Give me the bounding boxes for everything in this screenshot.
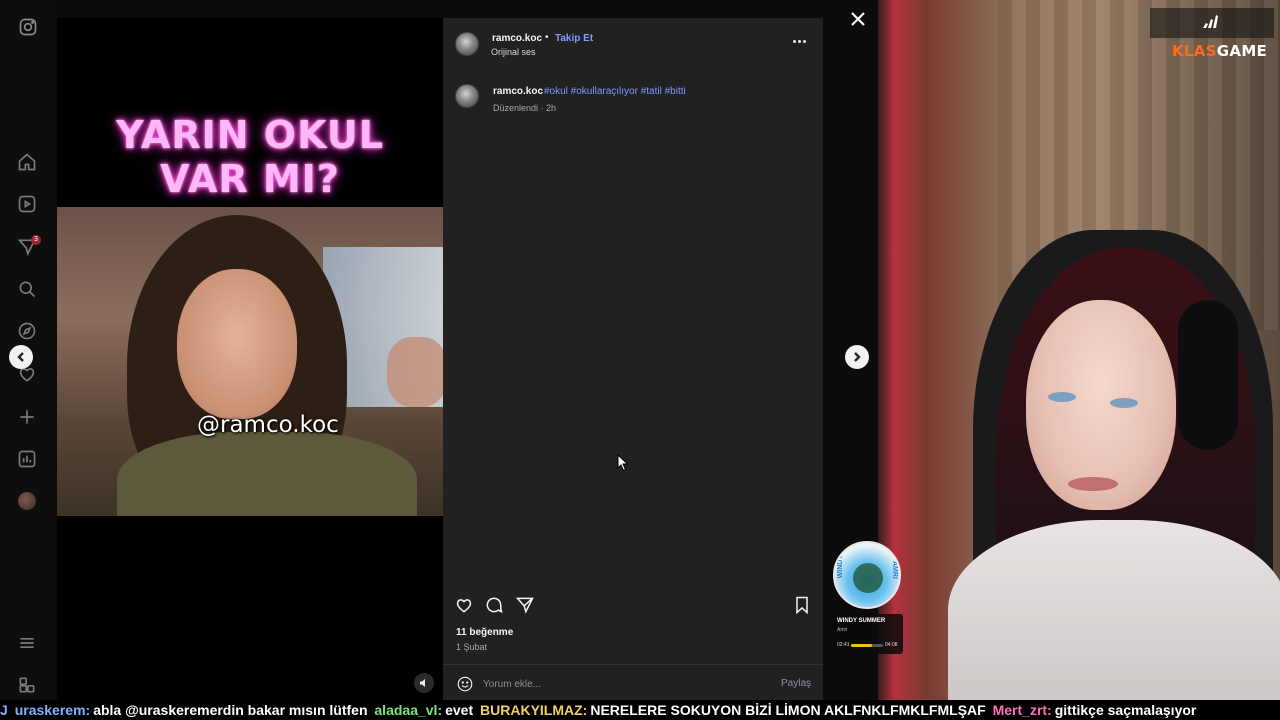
reel-video-player[interactable]: YARIN OKUL VAR MI? @ramco.koc xyxy=(57,18,443,700)
caption-hashtags[interactable]: #okul #okullaraçılıyor #tatil #bitti xyxy=(544,86,686,97)
reels-icon[interactable] xyxy=(16,193,38,215)
track-progress-fill xyxy=(851,644,872,647)
explore-icon[interactable] xyxy=(16,320,38,342)
mouse-cursor-icon xyxy=(617,454,629,472)
streamer-webcam xyxy=(878,0,1280,700)
video-title-line1: YARIN OKUL xyxy=(116,113,384,157)
original-audio-link[interactable]: Orijinal ses xyxy=(491,47,536,57)
emoji-icon[interactable] xyxy=(456,675,474,693)
previous-post-button[interactable] xyxy=(9,345,33,369)
track-info: WINDY SUMMER Amri 02:41 04:08 xyxy=(833,614,903,654)
now-playing-widget: WINDY AMRI WINDY SUMMER Amri 02:41 04:08 xyxy=(832,540,904,654)
mute-button[interactable] xyxy=(414,673,434,693)
chat-username: uraskerem: xyxy=(14,702,91,718)
separator-dot: • xyxy=(545,32,549,43)
video-watermark: @ramco.koc xyxy=(197,412,339,438)
chat-username: J xyxy=(0,702,8,718)
post-date: 1 Şubat xyxy=(456,642,488,652)
instagram-logo-icon[interactable] xyxy=(18,17,38,37)
also-from-meta-icon[interactable] xyxy=(16,674,38,696)
chat-message: abla @uraskeremerdin bakar mısın lütfen xyxy=(93,702,368,718)
likes-count[interactable]: 11 beğenme xyxy=(456,627,513,638)
profile-avatar[interactable] xyxy=(18,492,36,510)
caption-edited-time: Düzenlendi · 2h xyxy=(493,103,557,113)
follow-button[interactable]: Takip Et xyxy=(555,33,593,44)
comment-composer: Paylaş xyxy=(443,664,823,700)
time-total: 04:08 xyxy=(885,642,898,648)
notification-badge: 3 xyxy=(31,235,41,245)
chevron-right-icon xyxy=(854,352,861,362)
next-post-button[interactable] xyxy=(845,345,869,369)
song-artist: Amri xyxy=(837,627,848,633)
dashboard-icon[interactable] xyxy=(16,448,38,470)
speaker-icon xyxy=(420,679,425,687)
chat-message: evet xyxy=(445,702,474,718)
close-icon[interactable] xyxy=(848,9,868,29)
share-send-icon[interactable] xyxy=(515,595,535,615)
video-title-overlay: YARIN OKUL VAR MI? xyxy=(57,113,443,201)
adidas-logo-icon xyxy=(1203,15,1218,28)
post-details-panel: ramco.koc • Takip Et Orijinal ses ramco.… xyxy=(443,18,823,700)
create-plus-icon[interactable] xyxy=(16,406,38,428)
chevron-left-icon xyxy=(17,352,24,362)
more-options-icon[interactable] xyxy=(793,40,809,46)
chat-ticker: J uraskerem: abla @uraskeremerdin bakar m… xyxy=(0,700,1280,720)
post-comment-button[interactable]: Paylaş xyxy=(781,678,811,689)
time-elapsed: 02:41 xyxy=(837,642,850,648)
chat-message: gittikçe saçmalaşıyor xyxy=(1054,702,1197,718)
track-progress-bar xyxy=(851,644,883,647)
comment-input[interactable] xyxy=(483,673,763,695)
chat-username: Mert_zrt: xyxy=(992,702,1052,718)
save-bookmark-icon[interactable] xyxy=(792,595,812,615)
video-frame-image xyxy=(57,207,443,516)
caption-username[interactable]: ramco.koc xyxy=(493,86,543,97)
author-avatar[interactable] xyxy=(455,32,479,56)
chat-username: aladaa_vl: xyxy=(374,702,443,718)
song-title: WINDY SUMMER xyxy=(837,618,886,624)
menu-hamburger-icon[interactable] xyxy=(16,632,38,654)
album-art: WINDY AMRI xyxy=(833,541,901,609)
caption-avatar[interactable] xyxy=(455,84,479,108)
video-title-line2: VAR MI? xyxy=(160,157,340,201)
chat-message: NERELERE SOKUYON BİZİ LİMON AKLFNKLFMKLF… xyxy=(590,702,986,718)
like-heart-icon[interactable] xyxy=(454,595,474,615)
home-icon[interactable] xyxy=(16,151,38,173)
instagram-modal-backdrop: 3 YARIN OKUL VAR MI? @ramco.koc ramco.ko… xyxy=(0,0,878,700)
klasgame-logo: KLASGAME xyxy=(1172,42,1268,60)
search-icon[interactable] xyxy=(16,278,38,300)
comment-icon[interactable] xyxy=(484,595,504,615)
chat-username: BURAKYILMAZ: xyxy=(480,702,588,718)
author-username[interactable]: ramco.koc xyxy=(492,33,542,44)
